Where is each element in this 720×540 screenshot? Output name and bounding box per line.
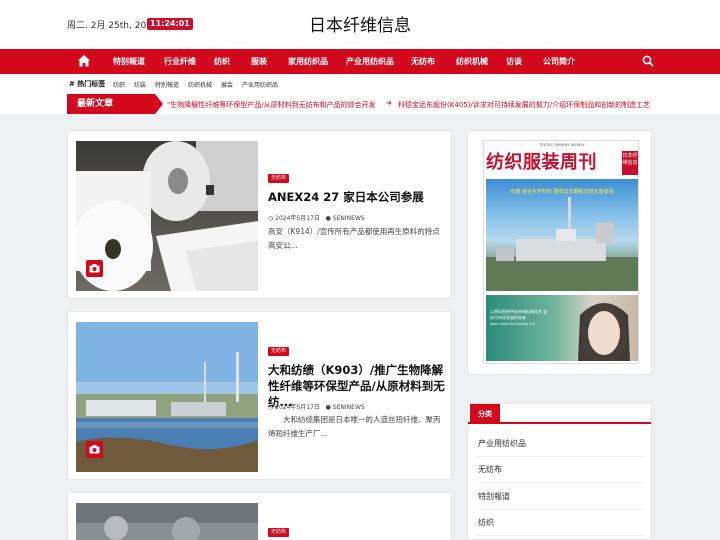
post-author[interactable]: SENINEWS: [333, 404, 365, 411]
post-excerpt: 大和纺绩集团是日本唯一的人造丝短纤维、聚丙烯短纤维生产厂...: [268, 415, 441, 438]
category-link[interactable]: 无纺布: [478, 457, 643, 483]
nav-item-fiber[interactable]: 行业纤维: [164, 49, 196, 74]
magazine-side-box: 日本纤维信息: [622, 151, 638, 175]
category-link[interactable]: 纺织: [478, 510, 643, 536]
clock-icon: ◷: [268, 404, 274, 411]
post-excerpt: 高安（K914）/宣传所有产品都使用再生原料的特点 高安公...: [268, 227, 455, 250]
tag-link[interactable]: 展会: [221, 80, 233, 89]
site-header: 周二. 2月 25th, 2025 11:24:01 日本纤维信息: [0, 0, 720, 49]
tag-link[interactable]: 纺织机械: [188, 80, 212, 89]
tag-link[interactable]: 纺织: [113, 80, 125, 89]
category-badge[interactable]: 无纺布: [268, 174, 290, 183]
ticker-label: 最新文章: [67, 94, 163, 114]
nav-item-interview[interactable]: 访谈: [506, 49, 522, 74]
nav-item-nonwoven[interactable]: 无纺布: [411, 49, 435, 74]
hot-tags-title: # 热门标签: [69, 80, 106, 88]
ticker-arrow-icon: ➜: [386, 99, 392, 107]
latest-posts-ticker: 最新文章 "生物降解性纤维等环保型产品/从原材料到无纺布和产品的综合开发 ➜ 科…: [0, 94, 720, 114]
site-title[interactable]: 日本纤维信息: [0, 11, 720, 36]
nav-item-industrial-textiles[interactable]: 产业用纺织品: [346, 49, 394, 74]
post-meta: ◷ 2024年5月17日 ● SENINEWS: [268, 402, 365, 411]
post-thumbnail[interactable]: [76, 503, 258, 540]
post-author[interactable]: SENINEWS: [333, 215, 365, 222]
categories-title: 分类: [470, 404, 500, 424]
magazine-photo-portrait: [486, 295, 638, 363]
category-link[interactable]: 产业用纺织品: [478, 431, 643, 457]
home-icon[interactable]: [77, 54, 91, 68]
post-date[interactable]: 2024年5月17日: [275, 215, 320, 222]
categories-widget: 分类 产业用纺织品 无纺布 特别報道 纺织: [467, 403, 652, 540]
hot-tags-bar: # 热门标签 纺织 纺装 特別報道 纺织机械 展会 产业用纺织品: [0, 74, 720, 94]
nav-item-about[interactable]: 公司简介: [543, 49, 575, 74]
post-date[interactable]: 2024年5月17日: [275, 404, 320, 411]
magazine-widget: TEXTILE APPAREL WEEKLY 纺织服装周刊 日本纤维信息 东丽 …: [467, 130, 652, 375]
ticker-item[interactable]: "生物降解性纤维等环保型产品/从原材料到无纺布和产品的综合开发: [167, 100, 376, 110]
post-card: 无纺布 ANEX24 27 家日本公司参展 ◷ 2024年5月17日 ● SEN…: [67, 130, 455, 299]
tag-link[interactable]: 特別報道: [155, 80, 179, 89]
thumbnail-image: [76, 503, 258, 540]
ticker-item[interactable]: 科德宝远东股份(K405)/诉求对可持续发展的努力/介绍环保制品和创新的制造工艺: [398, 100, 650, 110]
magazine-headline-2: 以原料直接供应的材料和技术 走向可持续发展的未来 New value for So…: [490, 309, 548, 326]
nav-item-textile[interactable]: 纺织: [214, 49, 230, 74]
thumbnail-image: [76, 141, 258, 291]
category-link[interactable]: 特别報道: [478, 484, 643, 510]
magazine-masthead: 纺织服装周刊: [486, 152, 597, 173]
nav-item-home-textiles[interactable]: 家用纺织品: [288, 49, 328, 74]
nav-item-apparel[interactable]: 服装: [251, 49, 267, 74]
user-icon: ●: [325, 404, 331, 411]
clock-icon: ◷: [268, 215, 274, 222]
user-icon: ●: [325, 215, 331, 222]
post-meta: ◷ 2024年5月17日 ● SENINEWS: [268, 213, 365, 222]
camera-icon: [86, 441, 103, 458]
post-card: 无纺布: [67, 492, 452, 540]
nav-item-machinery[interactable]: 纺织机械: [456, 49, 488, 74]
camera-icon: [86, 260, 103, 277]
category-badge[interactable]: 无纺布: [268, 528, 290, 537]
post-card: 无纺布 大和纺绩（K903）/推广生物降解性纤维等环保型产品/从原材料到无纺..…: [67, 311, 452, 480]
category-badge[interactable]: 无纺布: [268, 347, 290, 356]
magazine-headline-1: 东丽 综合化学材料 展现出长期稳定增长的姿态: [510, 189, 614, 195]
post-title[interactable]: ANEX24 27 家日本公司参展: [268, 189, 448, 205]
post-thumbnail[interactable]: [76, 141, 258, 291]
main-nav: 特别報道 行业纤维 纺织 服装 家用纺织品 产业用纺织品 无纺布 纺织机械 访谈…: [0, 49, 720, 74]
magazine-cover[interactable]: TEXTILE APPAREL WEEKLY 纺织服装周刊 日本纤维信息 东丽 …: [483, 140, 639, 364]
search-icon[interactable]: [642, 55, 654, 67]
categories-header: 分类: [468, 404, 651, 424]
post-thumbnail[interactable]: [76, 322, 258, 472]
magazine-top-text: TEXTILE APPAREL WEEKLY: [539, 143, 585, 147]
nav-item-special-report[interactable]: 特别報道: [113, 49, 145, 74]
tag-link[interactable]: 产业用纺织品: [242, 80, 278, 89]
tag-link[interactable]: 纺装: [134, 80, 146, 89]
thumbnail-image: [76, 322, 258, 472]
